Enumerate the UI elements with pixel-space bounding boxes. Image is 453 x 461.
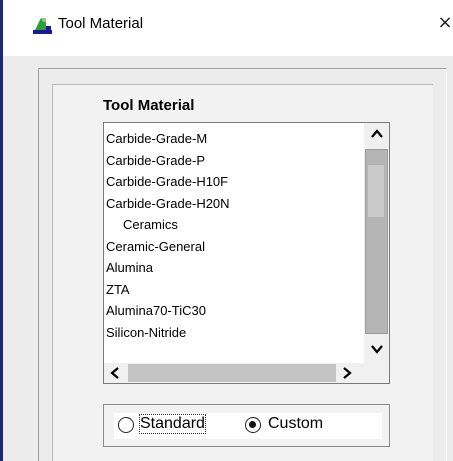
- list-item[interactable]: Ceramics: [106, 214, 230, 236]
- vertical-scroll-thumb-highlight: [368, 165, 384, 217]
- tool-material-window: Tool Material × Tool Material Carbide-Gr…: [0, 0, 453, 461]
- list-item[interactable]: Carbide-Grade-H20N: [106, 193, 230, 215]
- close-button[interactable]: ×: [435, 10, 453, 36]
- tool-material-app-icon: [33, 18, 52, 34]
- window-title: Tool Material: [58, 15, 144, 32]
- tool-material-items: Carbide-Grade-M Carbide-Grade-P Carbide-Gr…: [106, 128, 230, 343]
- material-type-radio-group: Standard Custom: [103, 404, 390, 447]
- list-item[interactable]: Carbide-Grade-P: [106, 150, 230, 172]
- horizontal-scrollbar[interactable]: [104, 363, 389, 383]
- list-item[interactable]: Ceramic-General: [106, 236, 230, 258]
- scroll-down-arrow-icon[interactable]: [364, 338, 389, 360]
- horizontal-scroll-thumb[interactable]: [128, 364, 336, 382]
- list-item[interactable]: Carbide-Grade-H10F: [106, 171, 230, 193]
- list-item[interactable]: Alumina: [106, 257, 230, 279]
- radio-group-inner: Standard Custom: [114, 413, 382, 439]
- list-item[interactable]: ZTA: [106, 279, 230, 301]
- scroll-up-arrow-icon[interactable]: [364, 123, 389, 145]
- custom-radio-label[interactable]: Custom: [268, 415, 323, 433]
- tool-material-listbox[interactable]: Carbide-Grade-M Carbide-Grade-P Carbide-Gr…: [103, 122, 390, 384]
- scroll-right-arrow-icon[interactable]: [336, 363, 358, 383]
- title-bar[interactable]: Tool Material ×: [3, 0, 453, 56]
- scroll-left-arrow-icon[interactable]: [104, 363, 126, 383]
- vertical-scrollbar[interactable]: [364, 123, 389, 363]
- list-item[interactable]: Silicon-Nitride: [106, 322, 230, 344]
- standard-radio-label[interactable]: Standard: [139, 414, 206, 434]
- standard-radio-button[interactable]: [118, 417, 134, 433]
- list-item[interactable]: Carbide-Grade-M: [106, 128, 230, 150]
- tool-material-list-label: Tool Material: [103, 97, 195, 114]
- custom-radio-button[interactable]: [245, 417, 261, 433]
- list-item[interactable]: Alumina70-TiC30: [106, 300, 230, 322]
